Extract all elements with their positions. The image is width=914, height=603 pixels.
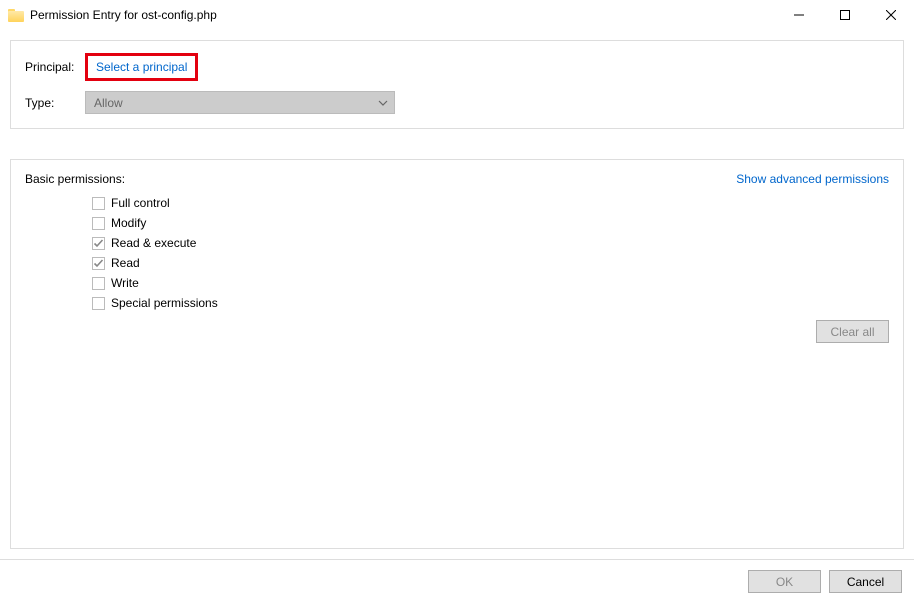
minimize-button[interactable] — [776, 0, 822, 30]
principal-type-panel: Principal: Select a principal Type: Allo… — [10, 40, 904, 129]
type-dropdown[interactable]: Allow — [85, 91, 395, 114]
select-principal-highlight: Select a principal — [85, 53, 198, 81]
permission-label: Modify — [111, 216, 146, 230]
basic-permissions-title: Basic permissions: — [25, 172, 125, 186]
close-button[interactable] — [868, 0, 914, 30]
principal-label: Principal: — [25, 60, 85, 74]
permission-label: Read — [111, 256, 140, 270]
permission-checkbox[interactable] — [92, 257, 105, 270]
permission-item: Read — [92, 256, 889, 270]
permission-label: Read & execute — [111, 236, 196, 250]
permission-label: Write — [111, 276, 139, 290]
permission-checkbox[interactable] — [92, 197, 105, 210]
clear-all-button[interactable]: Clear all — [816, 320, 889, 343]
chevron-down-icon — [378, 98, 388, 108]
permission-checkbox[interactable] — [92, 297, 105, 310]
permission-item: Modify — [92, 216, 889, 230]
permission-item: Write — [92, 276, 889, 290]
permission-label: Special permissions — [111, 296, 218, 310]
type-label: Type: — [25, 96, 85, 110]
permission-label: Full control — [111, 196, 170, 210]
footer: OK Cancel — [0, 560, 914, 603]
type-dropdown-value: Allow — [94, 96, 123, 110]
basic-permissions-panel: Basic permissions: Show advanced permiss… — [10, 159, 904, 549]
window-title: Permission Entry for ost-config.php — [30, 8, 776, 22]
permission-item: Full control — [92, 196, 889, 210]
permission-checkbox[interactable] — [92, 237, 105, 250]
permission-checkbox[interactable] — [92, 277, 105, 290]
select-principal-link[interactable]: Select a principal — [96, 60, 187, 74]
window-controls — [776, 0, 914, 30]
permissions-list: Full control Modify Read & execute Read Writ… — [92, 196, 889, 310]
permission-checkbox[interactable] — [92, 217, 105, 230]
maximize-button[interactable] — [822, 0, 868, 30]
titlebar: Permission Entry for ost-config.php — [0, 0, 914, 30]
permission-item: Special permissions — [92, 296, 889, 310]
show-advanced-permissions-link[interactable]: Show advanced permissions — [736, 172, 889, 186]
folder-icon — [8, 7, 24, 23]
permission-item: Read & execute — [92, 236, 889, 250]
